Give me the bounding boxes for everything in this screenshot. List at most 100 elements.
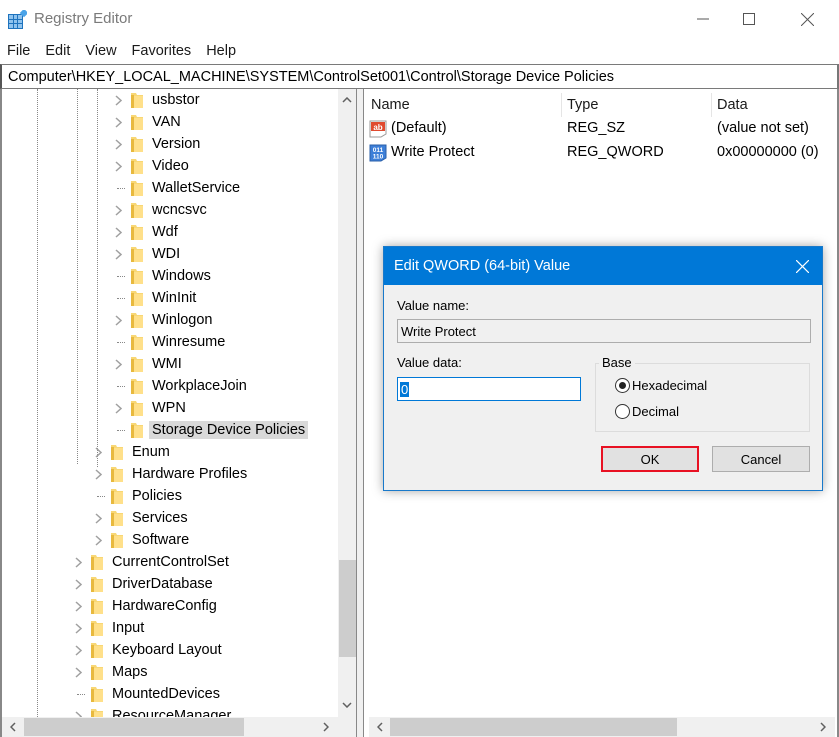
expand-chevron-icon[interactable] — [71, 617, 85, 639]
tree-item[interactable]: MountedDevices — [2, 683, 338, 705]
scroll-left-button[interactable] — [370, 717, 390, 737]
folder-icon — [130, 224, 144, 241]
tree-item[interactable]: WMI — [2, 353, 338, 375]
tree-item[interactable]: Winlogon — [2, 309, 338, 331]
column-divider[interactable] — [561, 93, 562, 117]
ok-button[interactable]: OK — [601, 446, 699, 472]
tree-item[interactable]: DriverDatabase — [2, 573, 338, 595]
tree-item[interactable]: Hardware Profiles — [2, 463, 338, 485]
expand-chevron-icon[interactable] — [91, 463, 105, 485]
menu-edit[interactable]: Edit — [38, 43, 77, 59]
tree-item[interactable]: Keyboard Layout — [2, 639, 338, 661]
tree-item[interactable]: Winresume — [2, 331, 338, 353]
scroll-down-button[interactable] — [338, 696, 356, 713]
folder-icon — [130, 158, 144, 175]
tree-item[interactable]: WinInit — [2, 287, 338, 309]
tree-item[interactable]: Enum — [2, 441, 338, 463]
radio-button-checked[interactable] — [615, 378, 630, 393]
value-type: REG_SZ — [567, 120, 626, 136]
window-title: Registry Editor — [34, 10, 133, 27]
chevron-down-icon — [342, 701, 352, 708]
minimize-button[interactable] — [680, 0, 726, 38]
tree-item[interactable]: Input — [2, 617, 338, 639]
tree-vertical-scrollbar[interactable] — [338, 89, 356, 717]
tree-item[interactable]: Services — [2, 507, 338, 529]
expand-chevron-icon[interactable] — [111, 309, 125, 331]
tree-item[interactable]: wcncsvc — [2, 199, 338, 221]
tree-item[interactable]: CurrentControlSet — [2, 551, 338, 573]
tree-item[interactable]: Storage Device Policies — [2, 419, 338, 441]
expand-chevron-icon[interactable] — [71, 551, 85, 573]
list-row[interactable]: ab (Default) REG_SZ (value not set) — [364, 117, 834, 141]
tree-item[interactable]: WalletService — [2, 177, 338, 199]
expand-chevron-icon[interactable] — [111, 111, 125, 133]
tree-item[interactable]: Software — [2, 529, 338, 551]
list-horizontal-scrollbar[interactable] — [369, 717, 835, 737]
expand-chevron-icon[interactable] — [111, 133, 125, 155]
list-horizontal-scroll-thumb[interactable] — [390, 718, 677, 736]
column-header-data[interactable]: Data — [717, 93, 748, 117]
radio-button-unchecked[interactable] — [615, 404, 630, 419]
radio-decimal[interactable]: Decimal — [615, 404, 679, 419]
tree-item[interactable]: Version — [2, 133, 338, 155]
address-bar[interactable]: Computer\HKEY_LOCAL_MACHINE\SYSTEM\Contr… — [0, 64, 839, 89]
scroll-left-button[interactable] — [3, 717, 23, 737]
tree-item[interactable]: VAN — [2, 111, 338, 133]
expand-chevron-icon[interactable] — [71, 573, 85, 595]
column-header-type[interactable]: Type — [567, 93, 598, 117]
tree-item[interactable]: Maps — [2, 661, 338, 683]
expand-chevron-icon[interactable] — [111, 89, 125, 111]
expand-chevron-icon[interactable] — [91, 529, 105, 551]
scroll-right-button[interactable] — [316, 717, 336, 737]
expand-chevron-icon[interactable] — [71, 661, 85, 683]
radio-decimal-label: Decimal — [632, 404, 679, 419]
maximize-button[interactable] — [726, 0, 772, 38]
pane-splitter[interactable] — [356, 89, 364, 737]
expand-chevron-icon[interactable] — [71, 639, 85, 661]
expand-chevron-icon[interactable] — [71, 595, 85, 617]
expand-chevron-icon[interactable] — [111, 397, 125, 419]
expand-chevron-icon[interactable] — [91, 441, 105, 463]
tree-item[interactable]: WorkplaceJoin — [2, 375, 338, 397]
tree-item-label: CurrentControlSet — [112, 554, 229, 570]
tree-item[interactable]: Wdf — [2, 221, 338, 243]
menu-view[interactable]: View — [78, 43, 123, 59]
string-value-icon: ab — [369, 120, 387, 138]
tree-item[interactable]: HardwareConfig — [2, 595, 338, 617]
expand-chevron-icon[interactable] — [111, 155, 125, 177]
value-data-input[interactable]: 0 — [397, 377, 581, 401]
dialog-close-button[interactable] — [782, 247, 822, 285]
list-row[interactable]: 011 110 Write Protect REG_QWORD 0x000000… — [364, 141, 834, 165]
tree-item-label: Winresume — [152, 334, 226, 350]
expand-chevron-icon[interactable] — [111, 221, 125, 243]
tree-horizontal-scrollbar[interactable] — [2, 717, 338, 737]
tree-item[interactable]: WDI — [2, 243, 338, 265]
value-name: (Default) — [391, 120, 447, 136]
tree-item[interactable]: Video — [2, 155, 338, 177]
tree-item[interactable]: usbstor — [2, 89, 338, 111]
tree-item[interactable]: Windows — [2, 265, 338, 287]
column-divider[interactable] — [711, 93, 712, 117]
scroll-up-button[interactable] — [338, 91, 356, 108]
menu-help[interactable]: Help — [199, 43, 243, 59]
tree-item[interactable]: WPN — [2, 397, 338, 419]
expand-chevron-icon[interactable] — [111, 243, 125, 265]
column-header-name[interactable]: Name — [371, 93, 410, 117]
close-button[interactable] — [784, 0, 830, 38]
tree-item[interactable]: Policies — [2, 485, 338, 507]
tree-vertical-scroll-thumb[interactable] — [339, 560, 356, 657]
expand-chevron-icon[interactable] — [111, 353, 125, 375]
tree-horizontal-scroll-thumb[interactable] — [24, 718, 244, 736]
tree-connector-line — [117, 188, 125, 189]
expand-chevron-icon[interactable] — [111, 199, 125, 221]
radio-hexadecimal[interactable]: Hexadecimal — [615, 378, 707, 393]
close-icon — [795, 259, 809, 273]
dialog-title: Edit QWORD (64-bit) Value — [394, 258, 571, 274]
folder-icon — [110, 466, 124, 483]
menu-file[interactable]: File — [0, 43, 37, 59]
expand-chevron-icon[interactable] — [91, 507, 105, 529]
scroll-right-button[interactable] — [813, 717, 833, 737]
menu-favorites[interactable]: Favorites — [125, 43, 199, 59]
folder-icon — [130, 92, 144, 109]
cancel-button[interactable]: Cancel — [712, 446, 810, 472]
